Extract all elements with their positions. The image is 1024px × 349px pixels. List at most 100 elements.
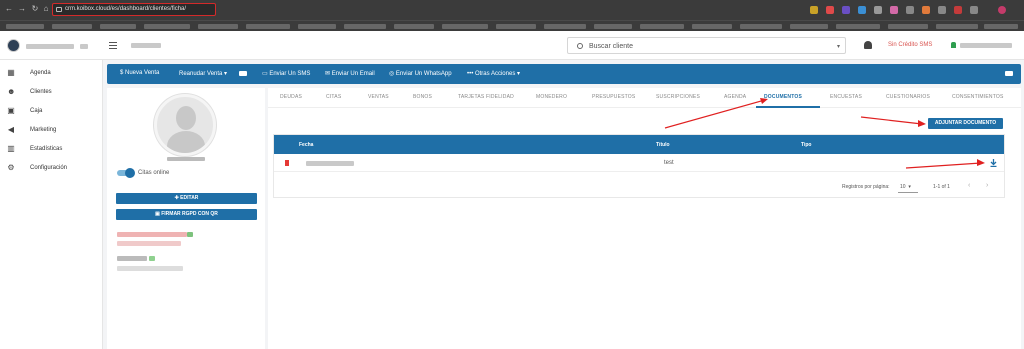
sidebar-item-marketing[interactable]: ◀ Marketing: [0, 123, 103, 137]
table-header: Fecha Título Tipo: [274, 135, 1004, 154]
sidebar-item-label: Estadísticas: [30, 146, 63, 152]
chevron-down-icon[interactable]: ▾: [837, 43, 840, 50]
clients-icon: ☻: [7, 87, 16, 96]
otras-acciones-button[interactable]: ••• Otras Acciones ▾: [467, 70, 520, 77]
page-title: [131, 43, 161, 48]
search-placeholder: Buscar cliente: [589, 43, 633, 50]
tab-presupuestos[interactable]: PRESUPUESTOS: [592, 94, 635, 100]
extension-icon[interactable]: [922, 6, 930, 14]
tab-encuestas[interactable]: ENCUESTAS: [830, 94, 862, 100]
sidebar-item-caja[interactable]: ▣ Caja: [0, 104, 103, 118]
rows-per-page-select[interactable]: 10 ▾: [900, 184, 911, 190]
address-bar[interactable]: crm.koibox.cloud/es/dashboard/clientes/f…: [52, 3, 216, 16]
reanudar-venta-button[interactable]: Reanudar Venta ▾: [179, 70, 227, 77]
next-page-icon[interactable]: ›: [986, 182, 988, 189]
user-icon[interactable]: [951, 42, 956, 48]
tab-deudas[interactable]: DEUDAS: [280, 94, 302, 100]
client-info-badge: [149, 256, 155, 261]
client-info-badge: [187, 232, 193, 237]
tab-documentos[interactable]: DOCUMENTOS: [764, 94, 802, 100]
tab-consentimientos[interactable]: CONSENTIMIENTOS: [952, 94, 1004, 100]
app-header: Buscar cliente ▾ Sin Crédito SMS: [0, 31, 1024, 60]
otras-acciones-label: Otras Acciones: [474, 71, 516, 77]
video-icon[interactable]: [239, 71, 247, 76]
tab-ventas[interactable]: VENTAS: [368, 94, 389, 100]
tab-citas[interactable]: CITAS: [326, 94, 341, 100]
extension-icon[interactable]: [906, 6, 914, 14]
enviar-sms-label: Enviar Un SMS: [269, 71, 311, 77]
extension-icon[interactable]: [826, 6, 834, 14]
column-header-tipo[interactable]: Tipo: [801, 142, 811, 148]
search-input[interactable]: Buscar cliente ▾: [567, 37, 846, 54]
active-tab-indicator: [756, 106, 820, 108]
extension-icon[interactable]: [842, 6, 850, 14]
home-icon[interactable]: ⌂: [41, 4, 51, 14]
extension-icon[interactable]: [858, 6, 866, 14]
business-name: [26, 44, 74, 49]
profile-avatar-icon[interactable]: [998, 6, 1006, 14]
client-avatar[interactable]: [154, 94, 216, 156]
user-name[interactable]: [960, 43, 1012, 48]
tab-tarjetas-fidelidad[interactable]: TARJETAS FIDELIDAD: [458, 94, 514, 100]
menu-icon[interactable]: [109, 42, 117, 51]
column-header-fecha[interactable]: Fecha: [299, 142, 313, 148]
editar-label: EDITAR: [180, 195, 199, 201]
client-detail-panel: DEUDAS CITAS VENTAS BONOS TARJETAS FIDEL…: [268, 88, 1021, 349]
bell-icon[interactable]: [864, 41, 872, 49]
document-title: test: [664, 160, 674, 166]
sidebar-item-label: Marketing: [30, 127, 57, 133]
enviar-email-label: Enviar Un Email: [331, 71, 375, 77]
forward-icon[interactable]: →: [17, 4, 27, 14]
extension-icon[interactable]: [970, 6, 978, 14]
back-icon[interactable]: ←: [4, 4, 14, 14]
tab-monedero[interactable]: MONEDERO: [536, 94, 567, 100]
reload-icon[interactable]: ↻: [30, 4, 40, 14]
enviar-whatsapp-button[interactable]: ◎ Enviar Un WhatsApp: [389, 70, 452, 77]
tab-suscripciones[interactable]: SUSCRIPCIONES: [656, 94, 700, 100]
calendar-icon: ▦: [7, 68, 15, 77]
firmar-rgpd-button[interactable]: ▣ FIRMAR RGPD CON QR: [116, 209, 257, 220]
enviar-sms-button[interactable]: ▭ Enviar Un SMS: [262, 70, 310, 77]
chevron-down-icon[interactable]: [80, 44, 88, 49]
download-icon[interactable]: [990, 159, 997, 167]
column-header-titulo[interactable]: Título: [656, 142, 670, 148]
sidebar-item-clientes[interactable]: ☻ Clientes: [0, 85, 103, 99]
extension-icon[interactable]: [810, 6, 818, 14]
prev-page-icon[interactable]: ‹: [968, 182, 970, 189]
sidebar-item-estadisticas[interactable]: ▥ Estadísticas: [0, 142, 103, 156]
sidebar: ▦ Agenda ☻ Clientes ▣ Caja ◀ Marketing ▥…: [0, 60, 103, 349]
sidebar-item-agenda[interactable]: ▦ Agenda: [0, 66, 103, 80]
citas-online-toggle[interactable]: [117, 168, 135, 178]
editar-button[interactable]: ✚ EDITAR: [116, 193, 257, 204]
search-icon: [577, 43, 583, 49]
extension-icon[interactable]: [890, 6, 898, 14]
extension-icon[interactable]: [954, 6, 962, 14]
rows-per-page-value: 10: [900, 184, 906, 190]
nueva-venta-label: Nueva Venta: [125, 70, 160, 76]
extension-icon[interactable]: [874, 6, 882, 14]
video-icon[interactable]: [1005, 71, 1013, 76]
sidebar-item-configuracion[interactable]: ⚙ Configuración: [0, 161, 103, 175]
client-profile-card: Citas online ✚ EDITAR ▣ FIRMAR RGPD CON …: [107, 88, 265, 349]
tab-agenda[interactable]: AGENDA: [724, 94, 746, 100]
documents-table: Fecha Título Tipo test Registros por pág…: [273, 134, 1005, 198]
client-info-line: [117, 256, 147, 261]
reanudar-venta-label: Reanudar Venta: [179, 71, 223, 77]
tab-bonos[interactable]: BONOS: [413, 94, 432, 100]
enviar-whatsapp-label: Enviar Un WhatsApp: [395, 71, 452, 77]
cash-icon: ▣: [7, 106, 15, 115]
client-info-line: [117, 232, 187, 237]
enviar-email-button[interactable]: ✉ Enviar Un Email: [325, 70, 375, 77]
delete-icon[interactable]: [285, 160, 289, 166]
extension-icon[interactable]: [938, 6, 946, 14]
chart-icon: ▥: [7, 144, 15, 153]
nueva-venta-button[interactable]: $ Nueva Venta: [120, 70, 159, 76]
client-info-line: [117, 266, 183, 271]
select-underline: [898, 192, 918, 193]
sms-status[interactable]: Sin Crédito SMS: [888, 42, 932, 48]
adjuntar-documento-button[interactable]: ADJUNTAR DOCUMENTO: [928, 118, 1003, 129]
tab-cuestionarios[interactable]: CUESTIONARIOS: [886, 94, 930, 100]
business-avatar[interactable]: [7, 39, 20, 52]
table-row: test: [274, 154, 1004, 172]
site-info-icon[interactable]: [56, 7, 62, 12]
